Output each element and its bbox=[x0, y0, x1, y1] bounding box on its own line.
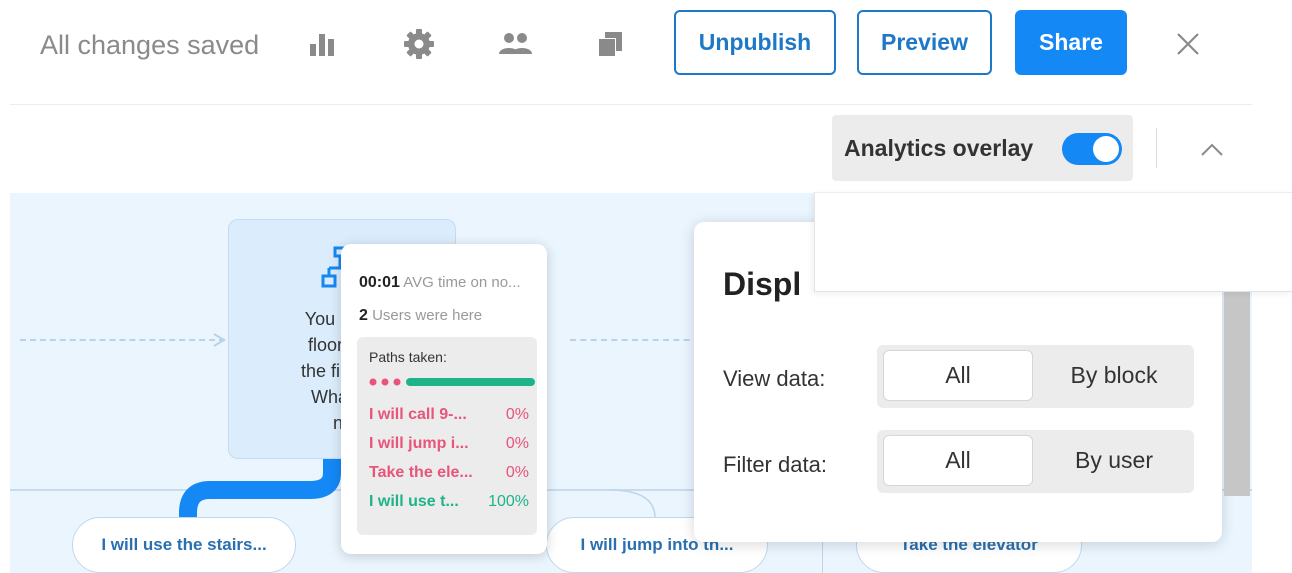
paths-taken-box: Paths taken: I will call 9-... 0% I will … bbox=[357, 337, 537, 535]
top-toolbar: All changes saved Unpublish Preview Shar… bbox=[0, 0, 1292, 104]
choice-pill-stairs[interactable]: I will use the stairs... bbox=[72, 517, 296, 573]
share-button[interactable]: Share bbox=[1015, 10, 1127, 75]
overlay-dropdown bbox=[814, 192, 1292, 292]
preview-button[interactable]: Preview bbox=[857, 10, 992, 75]
unpublish-button[interactable]: Unpublish bbox=[674, 10, 836, 75]
path-row: I will use t... 100% bbox=[369, 493, 529, 510]
toggle-knob bbox=[1093, 136, 1119, 162]
node-stats-card: 00:01 AVG time on no... 2 Users were her… bbox=[341, 244, 547, 554]
users-value: 2 bbox=[359, 307, 368, 324]
avg-time-stat: 00:01 AVG time on no... bbox=[359, 274, 521, 292]
users-stat: 2 Users were here bbox=[359, 307, 482, 325]
path-row: I will jump i... 0% bbox=[369, 435, 529, 452]
filter-by-user-option[interactable]: By user bbox=[1037, 435, 1191, 486]
users-icon[interactable] bbox=[495, 24, 535, 64]
avg-time-value: 00:01 bbox=[359, 274, 400, 291]
gear-icon[interactable] bbox=[399, 24, 439, 64]
toggle-switch[interactable] bbox=[1062, 133, 1122, 165]
path-row: I will call 9-... 0% bbox=[369, 406, 529, 423]
paths-title: Paths taken: bbox=[369, 349, 447, 365]
analytics-overlay-label: Analytics overlay bbox=[844, 134, 1034, 161]
analytics-bar: Analytics overlay bbox=[0, 105, 1292, 193]
close-icon[interactable] bbox=[1168, 24, 1208, 64]
filter-data-label: Filter data: bbox=[723, 452, 827, 477]
filter-data-selector: All By user bbox=[877, 430, 1194, 493]
view-by-block-option[interactable]: By block bbox=[1037, 350, 1191, 401]
path-row: Take the ele... 0% bbox=[369, 464, 529, 481]
subbar-divider bbox=[1156, 128, 1157, 168]
copy-icon[interactable] bbox=[590, 24, 630, 64]
bar-chart-icon[interactable] bbox=[302, 24, 342, 64]
save-status: All changes saved bbox=[40, 30, 260, 60]
avg-time-label: AVG time on no... bbox=[403, 274, 521, 291]
users-label: Users were here bbox=[372, 307, 483, 324]
paths-distribution-bar bbox=[369, 378, 535, 386]
scrollbar-thumb[interactable] bbox=[1224, 292, 1250, 496]
chevron-up-icon[interactable] bbox=[1192, 129, 1232, 169]
view-data-selector: All By block bbox=[877, 345, 1194, 408]
filter-all-option[interactable]: All bbox=[883, 435, 1033, 486]
panel-title: Displ bbox=[723, 266, 802, 302]
view-data-label: View data: bbox=[723, 366, 826, 391]
view-all-option[interactable]: All bbox=[883, 350, 1033, 401]
analytics-overlay-toggle[interactable]: Analytics overlay bbox=[832, 115, 1133, 181]
